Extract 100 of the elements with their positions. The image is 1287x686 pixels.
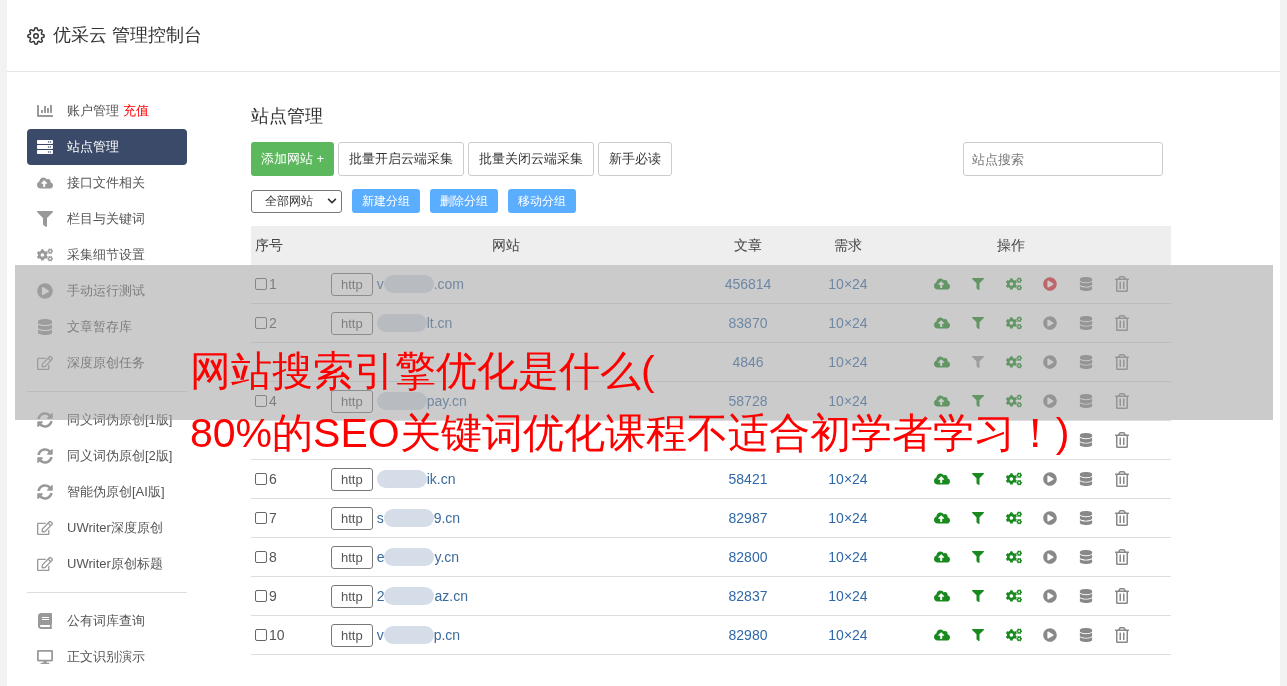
demand-value: 10×24: [828, 314, 868, 331]
site-url[interactable]: ik.cn: [426, 468, 456, 490]
edit-icon: [37, 556, 53, 572]
trash-icon[interactable]: [1114, 588, 1130, 604]
group-select[interactable]: 全部网站: [251, 189, 342, 213]
database-icon[interactable]: [1078, 628, 1094, 642]
play-icon[interactable]: [1042, 550, 1058, 564]
cloud-upload-icon[interactable]: [934, 393, 950, 409]
cloud-upload-icon[interactable]: [934, 354, 950, 370]
sidebar-item[interactable]: UWriter深度原创: [27, 510, 187, 546]
sidebar-item[interactable]: 栏目与关键词: [27, 201, 187, 237]
filter-icon[interactable]: [970, 317, 986, 329]
toolbar-button[interactable]: 批量关闭云端采集: [468, 142, 595, 176]
caret-icon: [327, 196, 337, 206]
gears-icon[interactable]: [1006, 471, 1022, 487]
database-icon[interactable]: [1078, 277, 1094, 291]
row-checkbox[interactable]: [255, 629, 267, 641]
trash-icon[interactable]: [1114, 549, 1130, 565]
gears-icon[interactable]: [1006, 549, 1022, 565]
cloud-upload-icon[interactable]: [934, 549, 950, 565]
sidebar-item[interactable]: 站点管理: [27, 129, 187, 165]
play-icon[interactable]: [1042, 589, 1058, 603]
protocol-button[interactable]: http: [331, 506, 373, 530]
row-checkbox[interactable]: [255, 395, 267, 407]
protocol-button[interactable]: http: [331, 584, 373, 608]
site-search-field[interactable]: 站点搜索: [963, 142, 1163, 176]
trash-icon[interactable]: [1114, 276, 1130, 292]
database-icon[interactable]: [1078, 550, 1094, 564]
cloud-upload-icon[interactable]: [934, 588, 950, 604]
filter-icon[interactable]: [970, 551, 986, 563]
site-url[interactable]: v: [376, 624, 384, 646]
trash-icon[interactable]: [1114, 393, 1130, 409]
cloud-upload-icon[interactable]: [934, 627, 950, 643]
database-icon[interactable]: [1078, 394, 1094, 408]
site-url[interactable]: 2: [376, 585, 385, 607]
sidebar-item[interactable]: 智能伪原创[AI版]: [27, 474, 187, 510]
database-icon[interactable]: [1078, 589, 1094, 603]
filter-icon[interactable]: [970, 278, 986, 290]
sidebar-item[interactable]: 公有词库查询: [27, 603, 187, 639]
sidebar-item[interactable]: UWriter原创标题: [27, 546, 187, 582]
sidebar-item[interactable]: 同义词伪原创[2版]: [27, 438, 187, 474]
trash-icon[interactable]: [1114, 432, 1130, 448]
sidebar-item[interactable]: 账户管理 充值: [27, 93, 187, 129]
gears-icon[interactable]: [1006, 588, 1022, 604]
gears-icon[interactable]: [1006, 354, 1022, 370]
row-checkbox[interactable]: [255, 473, 267, 485]
database-icon[interactable]: [1078, 355, 1094, 369]
filter-icon[interactable]: [970, 473, 986, 485]
protocol-button[interactable]: http: [331, 623, 373, 647]
gears-icon[interactable]: [1006, 393, 1022, 409]
site-url[interactable]: az.cn: [434, 585, 468, 607]
trash-icon[interactable]: [1114, 471, 1130, 487]
play-icon[interactable]: [1042, 472, 1058, 486]
cloud-upload-icon[interactable]: [934, 276, 950, 292]
trash-icon[interactable]: [1114, 510, 1130, 526]
site-url[interactable]: 9.cn: [433, 507, 461, 529]
filter-icon[interactable]: [970, 629, 986, 641]
database-icon[interactable]: [1078, 433, 1094, 447]
site-url[interactable]: p.cn: [433, 624, 461, 646]
toolbar-button[interactable]: 批量开启云端采集: [338, 142, 465, 176]
trash-icon[interactable]: [1114, 354, 1130, 370]
play-icon[interactable]: [1042, 355, 1058, 369]
site-url[interactable]: s: [376, 507, 384, 529]
cloud-upload-icon[interactable]: [934, 510, 950, 526]
toolbar-button[interactable]: 新手必读: [598, 142, 673, 176]
row-checkbox[interactable]: [255, 278, 267, 290]
gears-icon[interactable]: [1006, 627, 1022, 643]
gears-icon[interactable]: [1006, 315, 1022, 331]
filter-icon[interactable]: [970, 590, 986, 602]
gears-icon[interactable]: [1006, 510, 1022, 526]
sidebar-item[interactable]: 接口文件相关: [27, 165, 187, 201]
database-icon[interactable]: [1078, 472, 1094, 486]
sidebar-item[interactable]: 正文识别演示: [27, 639, 187, 675]
trash-icon[interactable]: [1114, 315, 1130, 331]
blurred-area: [383, 509, 434, 527]
site-url[interactable]: y.cn: [434, 546, 460, 568]
article-count: 82837: [728, 587, 768, 604]
play-icon[interactable]: [1042, 628, 1058, 642]
play-icon[interactable]: [1042, 394, 1058, 408]
gears-icon[interactable]: [1006, 276, 1022, 292]
sidebar-item[interactable]: 采集细节设置: [27, 237, 187, 273]
site-url[interactable]: e: [376, 546, 385, 568]
cloud-upload-icon[interactable]: [934, 315, 950, 331]
database-icon[interactable]: [1078, 316, 1094, 330]
row-checkbox[interactable]: [255, 590, 267, 602]
play-icon[interactable]: [1042, 511, 1058, 525]
filter-icon[interactable]: [970, 512, 986, 524]
demand-value: 10×24: [828, 275, 868, 292]
filter-icon[interactable]: [970, 395, 986, 407]
protocol-button[interactable]: http: [331, 545, 373, 569]
play-icon[interactable]: [1042, 277, 1058, 291]
protocol-button[interactable]: http: [331, 467, 373, 491]
play-icon[interactable]: [1042, 316, 1058, 330]
database-icon[interactable]: [1078, 511, 1094, 525]
trash-icon[interactable]: [1114, 627, 1130, 643]
row-checkbox[interactable]: [255, 551, 267, 563]
cloud-upload-icon[interactable]: [934, 471, 950, 487]
row-checkbox[interactable]: [255, 512, 267, 524]
recharge-link[interactable]: 充值: [123, 101, 149, 121]
row-checkbox[interactable]: [255, 317, 267, 329]
